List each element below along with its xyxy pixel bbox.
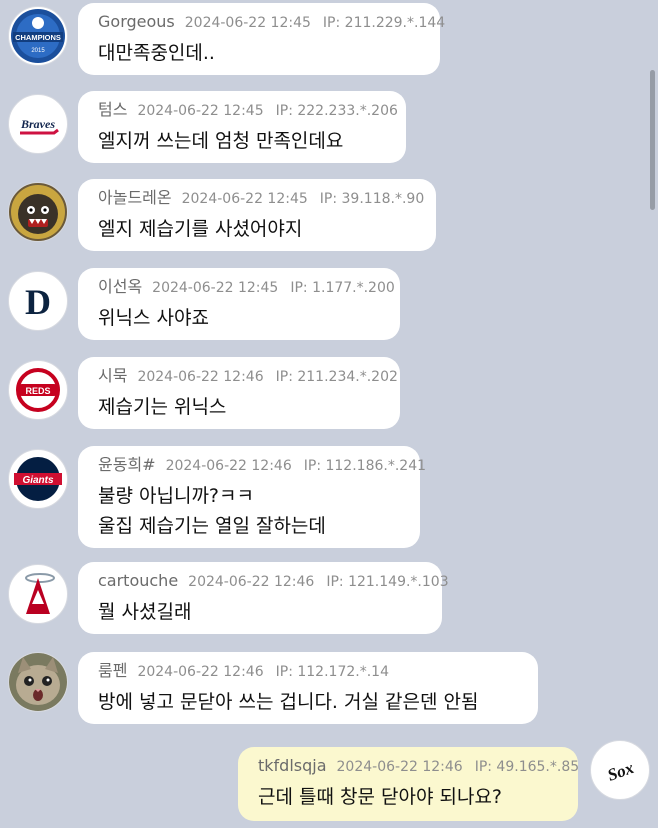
message-text: 불량 아닙니까?ㅋㅋ 울집 제습기는 열일 잘하는데 xyxy=(98,481,400,541)
message-bubble: tkfdlsqja 2024-06-22 12:46 IP: 49.165.*.85… xyxy=(238,747,579,821)
logo-text: Giants xyxy=(22,475,54,486)
message-meta: 룸펜 2024-06-22 12:46 IP: 112.172.*.14 xyxy=(98,662,518,681)
message-text: 뭘 사셨길래 xyxy=(98,601,192,623)
ip-address: IP: 39.118.*.90 xyxy=(319,191,425,207)
timestamp: 2024-06-22 12:46 xyxy=(188,574,315,590)
logo-text: D xyxy=(25,282,51,322)
avatar[interactable] xyxy=(8,182,68,242)
ip-address: IP: 112.186.*.241 xyxy=(303,458,427,474)
message-bubble: 룸펜 2024-06-22 12:46 IP: 112.172.*.14 방에 넣고… xyxy=(78,652,538,724)
logo-text: REDS xyxy=(25,386,50,396)
timestamp: 2024-06-22 12:45 xyxy=(181,191,308,207)
cat-photo-icon xyxy=(9,653,67,711)
message-meta: cartouche 2024-06-22 12:46 IP: 121.149.*.1… xyxy=(98,571,449,591)
message-meta: Gorgeous 2024-06-22 12:45 IP: 211.229.*.14… xyxy=(98,12,445,32)
nickname[interactable]: 윤동희# xyxy=(98,455,156,474)
message-bubble: cartouche 2024-06-22 12:46 IP: 121.149.*.1… xyxy=(78,562,449,634)
message-text: 방에 넣고 문닫아 쓰는 겁니다. 거실 같은덴 안됨 xyxy=(98,691,479,713)
scrollbar-thumb[interactable] xyxy=(650,70,655,210)
timestamp: 2024-06-22 12:45 xyxy=(152,280,279,296)
timestamp: 2024-06-22 12:46 xyxy=(165,458,292,474)
message-meta: 이선옥 2024-06-22 12:45 IP: 1.177.*.200 xyxy=(98,277,395,297)
ip-address: IP: 112.172.*.14 xyxy=(275,664,389,680)
message-text: 대만족중인데.. xyxy=(98,42,215,64)
message-meta: 윤동희# 2024-06-22 12:46 IP: 112.186.*.241 xyxy=(98,455,426,475)
ip-address: IP: 1.177.*.200 xyxy=(290,280,395,296)
champions-logo-icon: CHAMPIONS 2015 xyxy=(11,9,65,63)
avatar[interactable]: Giants xyxy=(8,449,68,509)
nickname[interactable]: 이선옥 xyxy=(98,277,142,296)
tigers-logo-icon: D xyxy=(11,274,65,328)
white-sox-logo-icon: Sox xyxy=(593,743,647,797)
timestamp: 2024-06-22 12:45 xyxy=(137,103,264,119)
message-line: 울집 제습기는 열일 잘하는데 xyxy=(98,515,326,537)
message-text: 위닉스 사야죠 xyxy=(98,307,209,329)
angels-logo-icon: A xyxy=(11,567,65,621)
timestamp: 2024-06-22 12:46 xyxy=(137,664,264,680)
avatar[interactable]: Braves xyxy=(8,94,68,154)
message-meta: tkfdlsqja 2024-06-22 12:46 IP: 49.165.*.85 xyxy=(258,756,579,776)
message-text: 근데 틀때 창문 닫아야 되나요? xyxy=(258,786,503,808)
message-bubble: 아놀드레온 2024-06-22 12:45 IP: 39.118.*.90 엘지 … xyxy=(78,179,436,251)
nickname[interactable]: Gorgeous xyxy=(98,12,175,31)
message-bubble: 시묵 2024-06-22 12:46 IP: 211.234.*.202 제습기는… xyxy=(78,357,400,429)
avatar[interactable]: A xyxy=(8,564,68,624)
timestamp: 2024-06-22 12:46 xyxy=(336,759,463,775)
timestamp: 2024-06-22 12:45 xyxy=(184,15,311,31)
message-text: 엘지 제습기를 사셨어야지 xyxy=(98,218,303,240)
message-meta: 텀스 2024-06-22 12:45 IP: 222.233.*.206 xyxy=(98,100,398,120)
message-text: 제습기는 위닉스 xyxy=(98,396,227,418)
message-bubble: 이선옥 2024-06-22 12:45 IP: 1.177.*.200 위닉스 사… xyxy=(78,268,400,340)
braves-logo-icon: Braves xyxy=(11,97,65,151)
message-bubble: 텀스 2024-06-22 12:45 IP: 222.233.*.206 엘지꺼 … xyxy=(78,91,406,163)
nickname[interactable]: 시묵 xyxy=(98,366,127,385)
avatar[interactable] xyxy=(8,652,68,712)
logo-text: Braves xyxy=(20,117,55,131)
ip-address: IP: 211.234.*.202 xyxy=(275,369,398,385)
timestamp: 2024-06-22 12:46 xyxy=(137,369,264,385)
ip-address: IP: 121.149.*.103 xyxy=(326,574,449,590)
nickname[interactable]: 아놀드레온 xyxy=(98,188,172,207)
ip-address: IP: 222.233.*.206 xyxy=(275,103,398,119)
avatar[interactable]: CHAMPIONS 2015 xyxy=(8,6,68,66)
message-meta: 아놀드레온 2024-06-22 12:45 IP: 39.118.*.90 xyxy=(98,188,424,208)
giants-logo-icon: Giants xyxy=(11,452,65,506)
ip-address: IP: 49.165.*.85 xyxy=(474,759,580,775)
avatar[interactable]: D xyxy=(8,271,68,331)
avatar[interactable]: Sox xyxy=(590,740,650,800)
message-bubble: 윤동희# 2024-06-22 12:46 IP: 112.186.*.241 불량… xyxy=(78,446,426,548)
logo-text: CHAMPIONS xyxy=(15,33,61,42)
nickname[interactable]: cartouche xyxy=(98,571,178,590)
logo-year: 2015 xyxy=(31,48,45,54)
ip-address: IP: 211.229.*.144 xyxy=(322,15,446,31)
character-avatar-icon xyxy=(11,185,65,239)
message-text: 엘지꺼 쓰는데 엄청 만족인데요 xyxy=(98,130,344,152)
nickname[interactable]: tkfdlsqja xyxy=(258,756,327,775)
message-bubble: Gorgeous 2024-06-22 12:45 IP: 211.229.*.14… xyxy=(78,3,445,75)
nickname[interactable]: 룸펜 xyxy=(98,661,127,680)
avatar[interactable]: REDS xyxy=(8,360,68,420)
message-line: 불량 아닙니까?ㅋㅋ xyxy=(98,485,254,507)
reds-logo-icon: REDS xyxy=(11,363,65,417)
nickname[interactable]: 텀스 xyxy=(98,100,127,119)
message-meta: 시묵 2024-06-22 12:46 IP: 211.234.*.202 xyxy=(98,366,398,386)
